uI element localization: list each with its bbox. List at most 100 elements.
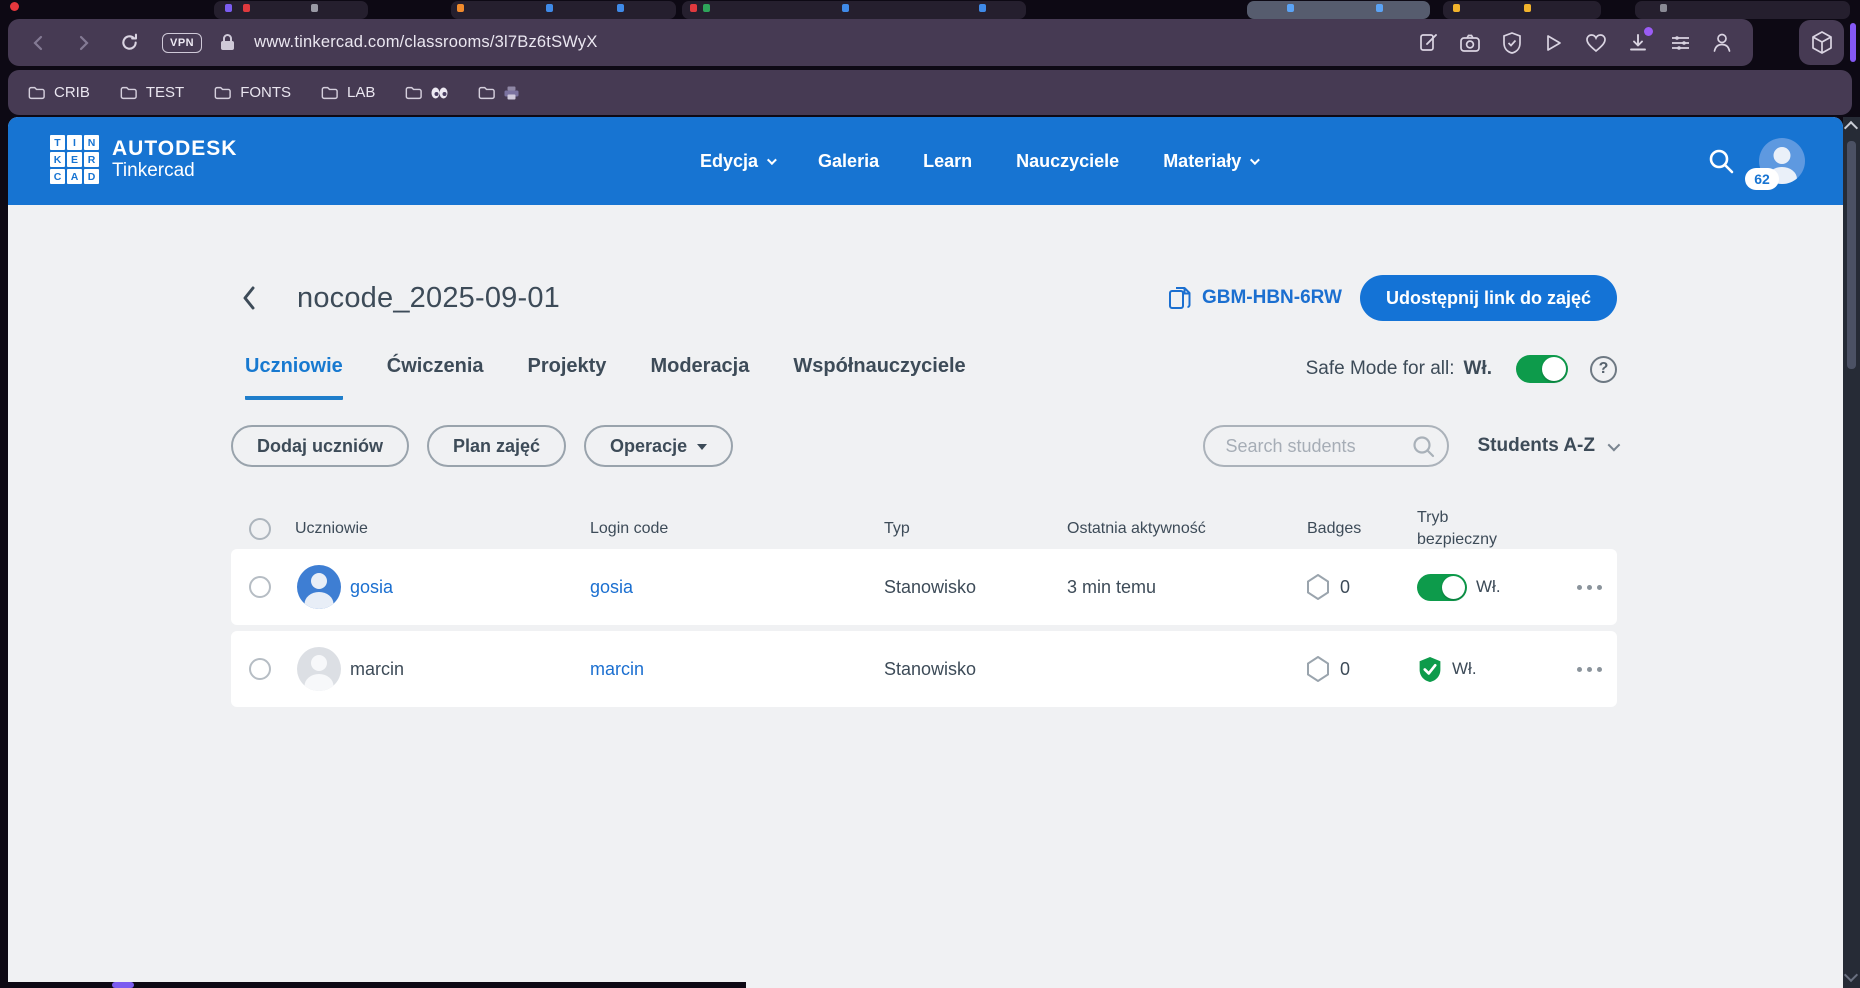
shield-check-icon[interactable] (1499, 30, 1525, 56)
safe-mode-toggle[interactable] (1516, 355, 1568, 383)
bookmark-folder-fonts[interactable]: FONTS (214, 84, 291, 101)
sort-students-dropdown[interactable]: Students A-Z (1477, 435, 1617, 457)
browser-tab[interactable] (451, 1, 676, 19)
row-checkbox[interactable] (249, 576, 271, 598)
tab-wspolnauczyciele[interactable]: Współnauczyciele (793, 355, 965, 400)
lesson-plan-button[interactable]: Plan zajęć (427, 425, 566, 467)
safe-mode-label: Safe Mode for all: (1306, 358, 1455, 380)
notification-badge: 62 (1745, 168, 1779, 190)
scroll-up-icon[interactable] (1844, 121, 1858, 135)
browser-tab[interactable] (1635, 1, 1850, 19)
folder-icon (321, 86, 338, 100)
tab-favicon (311, 4, 318, 12)
tinkercad-logo[interactable]: TIN KER CAD AUTODESK Tinkercad (50, 135, 237, 184)
folder-icon (120, 86, 137, 100)
browser-toolbar: VPN www.tinkercad.com/classrooms/3l7Bz6t… (8, 19, 1753, 66)
browser-tab[interactable] (682, 1, 1026, 19)
tab-favicon (457, 4, 464, 12)
student-avatar (297, 565, 341, 609)
safe-mode-value: Wł. (1464, 358, 1493, 380)
row-menu-button[interactable] (1561, 667, 1617, 672)
badge-count: 0 (1340, 659, 1350, 680)
browser-tab-strip[interactable] (0, 0, 1860, 16)
scrollbar-thumb[interactable] (1847, 141, 1856, 369)
download-notification-dot (1644, 27, 1653, 36)
bookmark-folder-test[interactable]: TEST (120, 84, 184, 101)
bookmark-folder-lab[interactable]: LAB (321, 84, 375, 101)
url-text[interactable]: www.tinkercad.com/classrooms/3l7Bz6tSWyX (254, 33, 1415, 52)
badge-hexagon-icon (1307, 656, 1329, 682)
student-avatar (297, 647, 341, 691)
vpn-badge[interactable]: VPN (162, 33, 202, 53)
bookmark-folder-eyes[interactable] (405, 86, 448, 100)
folder-icon (478, 86, 495, 100)
tab-moderacja[interactable]: Moderacja (650, 355, 749, 400)
operations-dropdown-button[interactable]: Operacje (584, 425, 733, 467)
bottom-edge (0, 982, 746, 988)
browser-tab-active[interactable] (1247, 1, 1430, 19)
chevron-down-icon (767, 155, 777, 165)
student-login-link[interactable]: marcin (586, 659, 876, 680)
lock-icon[interactable] (212, 28, 242, 58)
browser-tab[interactable] (214, 1, 368, 19)
recording-dot-icon (10, 2, 19, 11)
tab-favicon (1660, 4, 1667, 12)
class-code-copy[interactable]: GBM-HBN-6RW (1168, 285, 1342, 311)
badge-hexagon-icon (1307, 574, 1329, 600)
search-icon[interactable] (1707, 147, 1735, 175)
page-scrollbar[interactable] (1843, 117, 1860, 988)
tab-uczniowie[interactable]: Uczniowie (245, 355, 343, 400)
tab-favicon (1453, 4, 1460, 12)
tab-projekty[interactable]: Projekty (528, 355, 607, 400)
share-class-link-button[interactable]: Udostępnij link do zajęć (1360, 275, 1617, 321)
chevron-down-icon (1608, 438, 1621, 451)
scroll-down-icon[interactable] (1844, 968, 1858, 982)
window-accent-bar (1850, 23, 1856, 62)
camera-icon[interactable] (1457, 30, 1483, 56)
add-students-button[interactable]: Dodaj uczniów (231, 425, 409, 467)
badge-count: 0 (1340, 577, 1350, 598)
reload-icon[interactable] (114, 28, 144, 58)
row-safe-mode-toggle[interactable] (1417, 574, 1467, 601)
nav-item-galeria[interactable]: Galeria (818, 151, 879, 172)
tab-favicon (690, 4, 697, 12)
heart-icon[interactable] (1583, 30, 1609, 56)
student-row: gosia gosia Stanowisko 3 min temu 0 Wł. (231, 549, 1617, 625)
column-header-badges: Badges (1301, 520, 1411, 538)
profile-icon[interactable] (1709, 30, 1735, 56)
student-name-link[interactable]: gosia (350, 577, 393, 598)
bookmark-folder-crib[interactable]: CRIB (28, 84, 90, 101)
tab-favicon (546, 4, 553, 12)
download-icon[interactable] (1625, 30, 1651, 56)
sliders-icon[interactable] (1667, 30, 1693, 56)
student-login-link[interactable]: gosia (586, 577, 876, 598)
tinkercad-logo-grid: TIN KER CAD (50, 135, 99, 184)
nav-item-nauczyciele[interactable]: Nauczyciele (1016, 151, 1119, 172)
nav-item-learn[interactable]: Learn (923, 151, 972, 172)
brand-text: AUTODESK Tinkercad (112, 137, 237, 183)
tab-cwiczenia[interactable]: Ćwiczenia (387, 355, 484, 400)
column-header-students: Uczniowie (281, 520, 586, 538)
browser-tab[interactable] (1443, 1, 1601, 19)
printer-icon (504, 86, 519, 100)
back-icon[interactable] (24, 28, 54, 58)
back-button[interactable] (241, 280, 271, 316)
row-menu-button[interactable] (1561, 585, 1617, 590)
nav-item-edycja[interactable]: Edycja (700, 151, 774, 172)
tab-favicon (225, 4, 232, 12)
safe-mode-shield-icon (1417, 656, 1443, 683)
send-icon[interactable] (1541, 30, 1567, 56)
compose-icon[interactable] (1415, 30, 1441, 56)
student-name: marcin (350, 659, 404, 680)
user-avatar[interactable]: 62 (1759, 138, 1805, 184)
toggle-knob (1442, 576, 1465, 599)
nav-item-materialy[interactable]: Materiały (1163, 151, 1257, 172)
bookmark-folder-printer[interactable] (478, 86, 519, 100)
tab-favicon (617, 4, 624, 12)
select-all-checkbox[interactable] (249, 518, 271, 540)
row-checkbox[interactable] (249, 658, 271, 680)
chevron-down-icon (1250, 155, 1260, 165)
forward-icon[interactable] (68, 28, 98, 58)
extension-cube-icon[interactable] (1799, 20, 1844, 65)
help-icon[interactable]: ? (1590, 356, 1617, 383)
